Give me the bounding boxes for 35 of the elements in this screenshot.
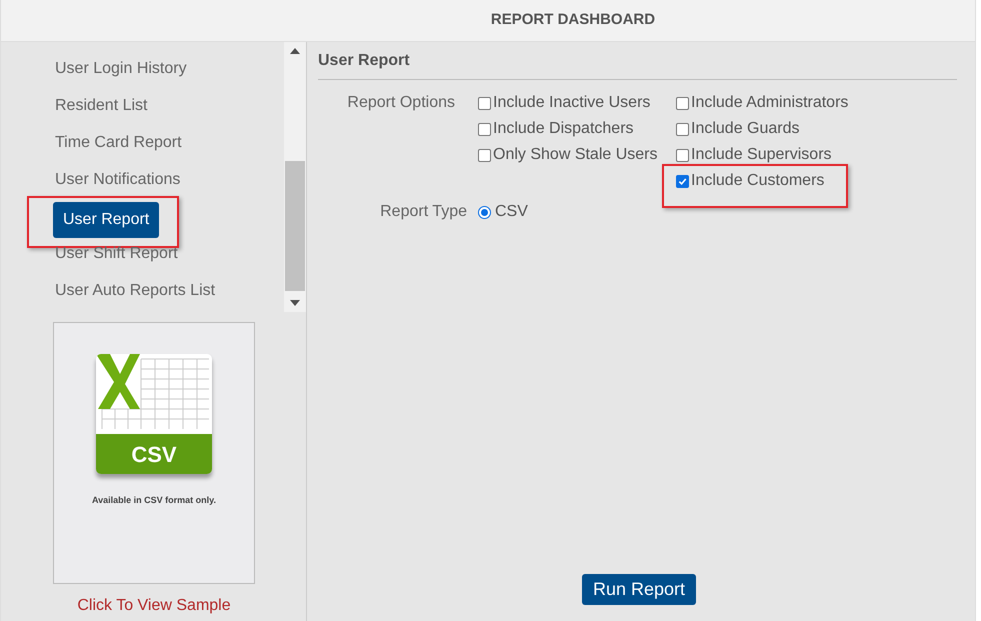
checkbox[interactable] bbox=[478, 96, 491, 110]
sidebar-item[interactable]: User Report bbox=[53, 202, 160, 238]
run-report-button[interactable]: Run Report bbox=[582, 574, 696, 605]
radio-label: CSV bbox=[495, 202, 528, 222]
section-title: User Report bbox=[318, 51, 410, 71]
field-label: Report Type bbox=[379, 202, 468, 222]
checkbox[interactable] bbox=[478, 122, 491, 136]
format-badge-text: CSV bbox=[131, 440, 177, 468]
sidebar-item[interactable]: User Auto Reports List bbox=[55, 278, 216, 302]
checkbox[interactable] bbox=[676, 148, 689, 162]
option-label: Include Administrators bbox=[691, 93, 848, 113]
radio-button[interactable] bbox=[478, 206, 491, 218]
sidebar-item[interactable]: Time Card Report bbox=[55, 130, 182, 154]
checkbox[interactable] bbox=[676, 122, 689, 136]
checkbox[interactable] bbox=[676, 174, 689, 188]
sample-caption: Available in CSV format only. bbox=[92, 494, 216, 507]
sidebar-item[interactable]: Resident List bbox=[55, 94, 148, 118]
page-title: REPORT DASHBOARD bbox=[490, 10, 656, 30]
option-label: Include Guards bbox=[691, 119, 800, 139]
scroll-down-icon[interactable] bbox=[290, 300, 300, 306]
view-sample-link[interactable]: Click To View Sample bbox=[53, 594, 255, 618]
field-label: Report Options bbox=[346, 93, 456, 113]
scrollbar[interactable] bbox=[284, 42, 306, 312]
option-label: Include Customers bbox=[691, 171, 824, 191]
option-label: Include Inactive Users bbox=[493, 93, 650, 113]
option-label: Only Show Stale Users bbox=[493, 145, 658, 165]
scroll-up-icon[interactable] bbox=[290, 48, 300, 54]
option-label: Include Supervisors bbox=[691, 145, 832, 165]
option-label: Include Dispatchers bbox=[493, 119, 634, 139]
sample-card[interactable]: CSV Available in CSV format only. bbox=[53, 322, 255, 584]
checkbox[interactable] bbox=[478, 148, 491, 162]
checkbox[interactable] bbox=[676, 96, 689, 110]
sidebar-item[interactable]: User Notifications bbox=[55, 168, 180, 192]
sidebar-item[interactable]: User Shift Report bbox=[55, 242, 178, 266]
sidebar-item[interactable]: User Login History bbox=[55, 56, 187, 80]
